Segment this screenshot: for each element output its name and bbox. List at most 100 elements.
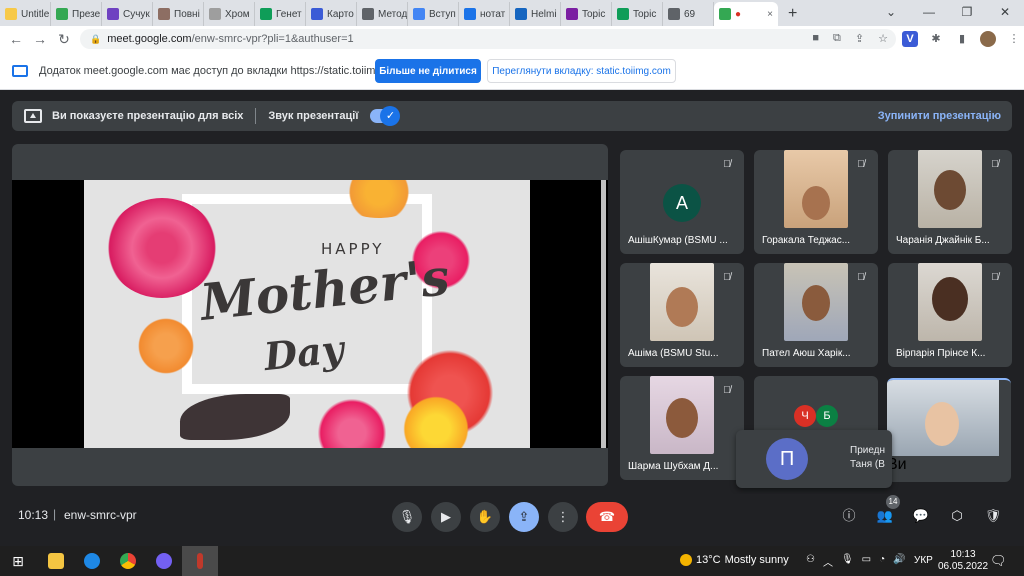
- camera-in-use-icon[interactable]: ■: [812, 32, 819, 45]
- browser-menu-icon[interactable]: ⋮: [1006, 31, 1022, 47]
- browser-tab[interactable]: Карто: [306, 2, 357, 26]
- participant-tile[interactable]: 🎙̸ Пател Аюш Харік...: [754, 263, 878, 367]
- browser-tab[interactable]: Хром: [204, 2, 255, 26]
- tab-label: Topic: [582, 8, 606, 20]
- forward-button[interactable]: →: [28, 31, 52, 47]
- tab-favicon-icon: [311, 8, 323, 20]
- edge-icon: [84, 553, 100, 569]
- open-in-icon[interactable]: ⧉: [833, 32, 841, 45]
- tab-favicon-icon: [566, 8, 578, 20]
- tab-favicon-icon: [515, 8, 527, 20]
- mothers-day-image: HAPPY Mother's Day: [84, 180, 530, 448]
- screen-share-icon: [12, 64, 28, 77]
- meeting-details-icon[interactable]: ⓘ: [839, 506, 859, 526]
- join-request-name: Приедн Таня (B: [850, 445, 886, 470]
- close-window-button[interactable]: ✕: [986, 0, 1024, 26]
- raise-hand-button[interactable]: ✋: [470, 502, 500, 532]
- stop-presenting-button[interactable]: Зупинити презентацію: [878, 110, 1001, 122]
- browser-tab[interactable]: Вступ: [408, 2, 459, 26]
- taskbar-viber[interactable]: [146, 546, 182, 576]
- microphone-tray-icon[interactable]: 🎙: [841, 554, 854, 569]
- close-tab-icon[interactable]: ×: [767, 9, 773, 20]
- participant-tile[interactable]: 🎙̸ Вірпарія Прінсе К...: [888, 263, 1012, 367]
- address-bar[interactable]: 🔒 meet.google.com/enw-smrc-vpr?pli=1&aut…: [80, 29, 896, 49]
- taskbar-app-active[interactable]: [182, 546, 218, 576]
- browser-tab-strip: Untitle Презе Сучук Повні Хром Генет Карто Мето…: [0, 0, 1024, 26]
- browser-tab[interactable]: нотат: [459, 2, 510, 26]
- back-button[interactable]: ←: [4, 31, 28, 47]
- people-icon[interactable]: 👥: [875, 506, 895, 526]
- minimize-button[interactable]: —: [910, 0, 948, 26]
- participant-tile[interactable]: 🎙̸ Ашіма (BSMU Stu...: [620, 263, 744, 367]
- tab-search-icon[interactable]: ⌄: [872, 0, 910, 26]
- participant-name: Вірпарія Прінсе К...: [896, 348, 986, 359]
- browser-tab[interactable]: Topic: [561, 2, 612, 26]
- extension-v-icon[interactable]: V: [902, 31, 918, 47]
- present-screen-icon: [24, 109, 42, 123]
- sun-icon: [680, 554, 692, 566]
- lock-icon: 🔒: [90, 33, 102, 44]
- extensions-puzzle-icon[interactable]: ✱: [928, 31, 944, 47]
- start-button[interactable]: ⊞: [0, 546, 36, 576]
- taskbar-edge[interactable]: [74, 546, 110, 576]
- mic-button[interactable]: 🎙: [392, 502, 422, 532]
- view-shared-tab-button[interactable]: Переглянути вкладку: static.toiimg.com: [487, 59, 676, 83]
- windows-icon: ⊞: [12, 552, 24, 569]
- new-tab-button[interactable]: +: [778, 2, 807, 26]
- battery-icon[interactable]: ▭: [862, 554, 871, 569]
- browser-tab[interactable]: Untitle: [0, 2, 51, 26]
- restore-button[interactable]: ❐: [948, 0, 986, 26]
- browser-tab[interactable]: 69: [663, 2, 714, 26]
- notifications-icon[interactable]: 🗨: [990, 553, 1007, 569]
- host-controls-icon[interactable]: 🛡: [983, 506, 1003, 526]
- volume-icon[interactable]: 🔊: [893, 554, 905, 569]
- stop-sharing-button[interactable]: Більше не ділитися: [375, 59, 481, 83]
- browser-tab[interactable]: Topic: [612, 2, 663, 26]
- mic-off-icon: 🎙̸: [857, 272, 865, 283]
- share-icon[interactable]: ⇪: [855, 32, 864, 45]
- browser-tab[interactable]: Метод: [357, 2, 408, 26]
- more-options-button[interactable]: ⋮: [548, 502, 578, 532]
- activities-icon[interactable]: ⬡: [947, 506, 967, 526]
- tab-label: Сучук: [123, 8, 150, 20]
- bookmark-star-icon[interactable]: ☆: [878, 32, 888, 45]
- active-browser-tab[interactable]: ● ×: [714, 2, 778, 26]
- leave-call-button[interactable]: ☎: [586, 502, 628, 532]
- participant-tile[interactable]: 🎙̸ Чаранія Джайнік Б...: [888, 150, 1012, 254]
- participant-tile[interactable]: 🎙̸ А АшішКумар (BSMU ...: [620, 150, 744, 254]
- network-icon[interactable]: ◔: [879, 554, 885, 569]
- clock-date: 06.05.2022: [938, 561, 989, 572]
- browser-tab[interactable]: Повні: [153, 2, 204, 26]
- scrollbar[interactable]: [601, 180, 606, 448]
- shared-tab-view: HAPPY Mother's Day: [12, 180, 608, 448]
- browser-tab[interactable]: Презе: [51, 2, 102, 26]
- face: [802, 186, 830, 220]
- people-tray-icon[interactable]: ⚇: [806, 554, 815, 569]
- reload-button[interactable]: ↻: [52, 31, 76, 48]
- present-button[interactable]: ⇪: [509, 502, 539, 532]
- chat-icon[interactable]: 💬: [911, 506, 931, 526]
- tab-label: Генет: [276, 8, 302, 20]
- face: [934, 170, 966, 210]
- language-indicator[interactable]: УКР: [914, 555, 933, 566]
- taskbar-explorer[interactable]: [38, 546, 74, 576]
- browser-tab[interactable]: Генет: [255, 2, 306, 26]
- chevron-up-icon[interactable]: ︿: [823, 554, 833, 569]
- presentation-audio-toggle[interactable]: [370, 106, 401, 126]
- meet-control-bar: 10:13 | enw-smrc-vpr 🎙 ▶ ✋ ⇪ ⋮ ☎ ⓘ 👥 💬 ⬡…: [0, 494, 1024, 538]
- camera-button[interactable]: ▶: [431, 502, 461, 532]
- tab-label: Презе: [72, 8, 101, 20]
- taskbar-chrome[interactable]: [110, 546, 146, 576]
- weather-widget[interactable]: 13°C Mostly sunny: [680, 554, 789, 566]
- tab-label: Метод: [378, 8, 408, 20]
- taskbar-clock[interactable]: 10:13 06.05.2022: [938, 549, 988, 573]
- self-view-tile[interactable]: Ви: [887, 378, 1011, 482]
- face: [802, 285, 830, 321]
- participant-tile[interactable]: 🎙̸ Горакала Теджас...: [754, 150, 878, 254]
- side-panel-icon[interactable]: ▮: [954, 31, 970, 47]
- participant-tile[interactable]: 🎙̸ Шарма Шубхам Д...: [620, 376, 744, 480]
- join-request-popup[interactable]: П Приедн Таня (B: [736, 430, 892, 488]
- profile-avatar[interactable]: [980, 31, 996, 47]
- browser-tab[interactable]: Сучук: [102, 2, 153, 26]
- browser-tab[interactable]: Helmi: [510, 2, 561, 26]
